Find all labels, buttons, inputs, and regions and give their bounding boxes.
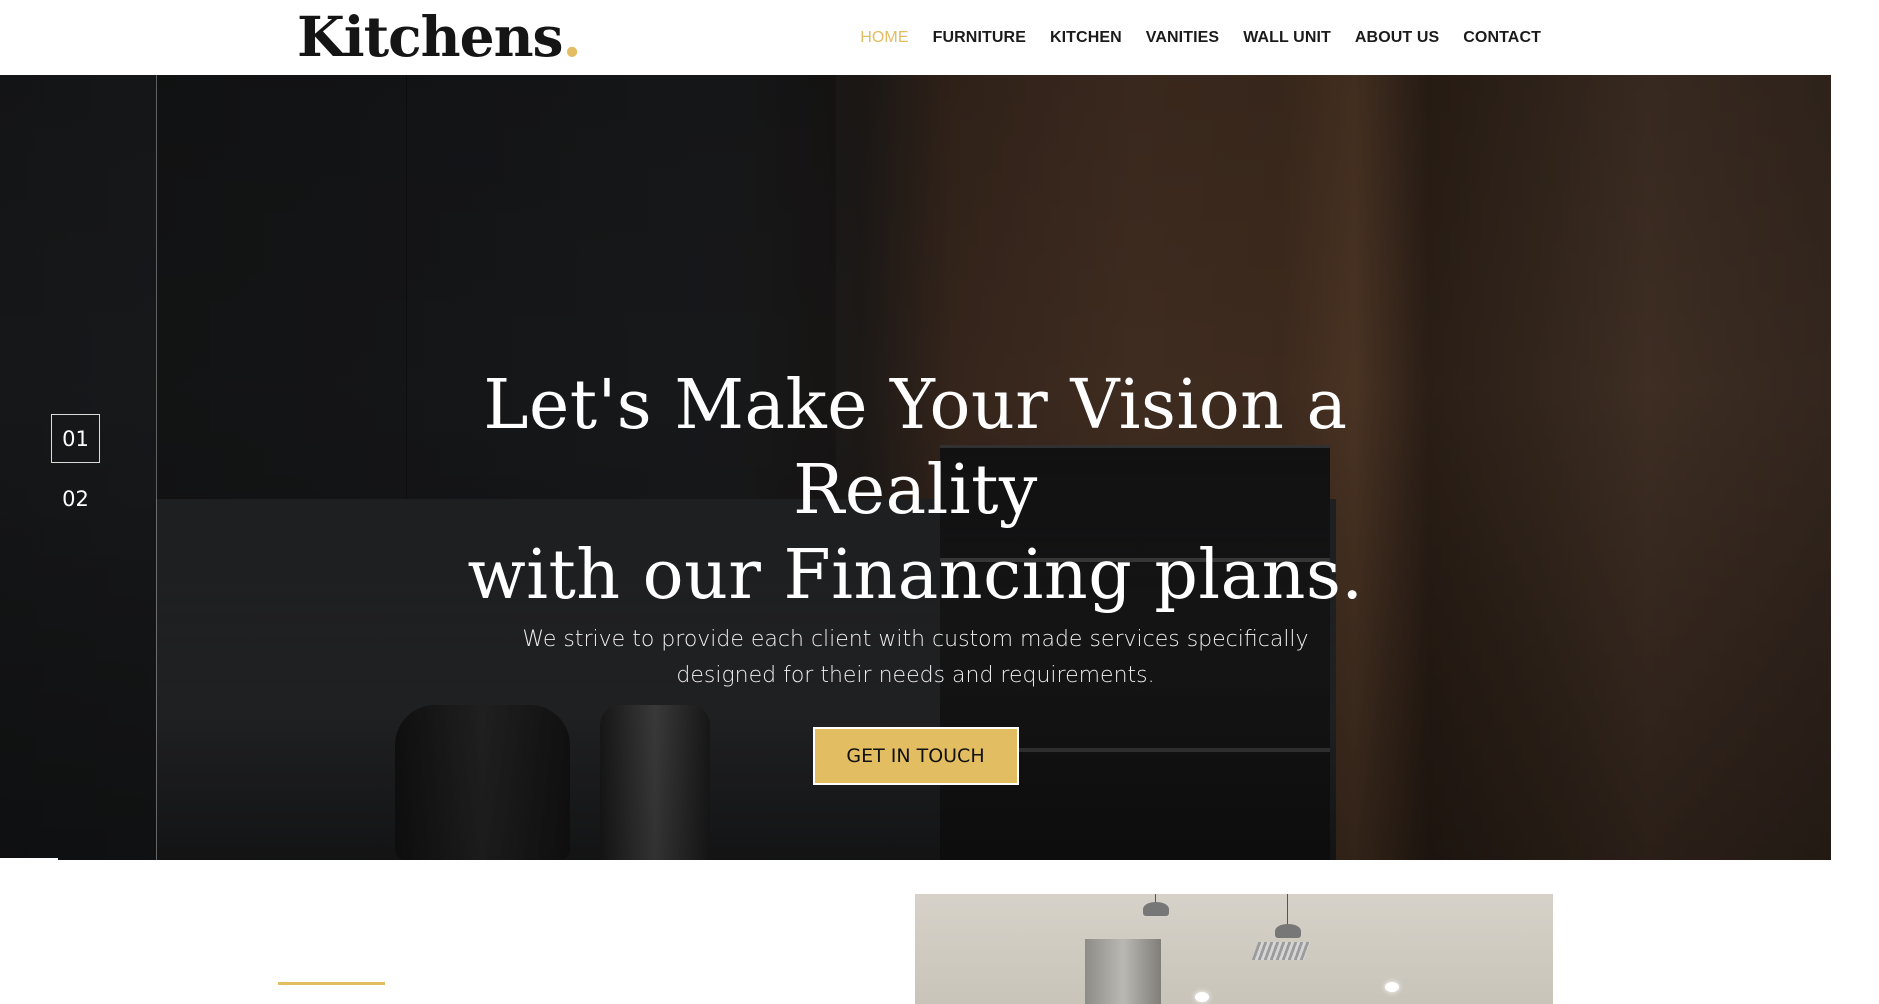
hero-subtitle: We strive to provide each client with cu… xyxy=(506,622,1326,694)
nav-home[interactable]: HOME xyxy=(860,26,908,50)
nav-contact[interactable]: CONTACT xyxy=(1463,26,1541,50)
slider-progress-line xyxy=(0,858,58,860)
site-logo[interactable]: Kitchens. xyxy=(297,4,582,70)
nav-kitchen[interactable]: KITCHEN xyxy=(1050,26,1122,50)
pendant-wire xyxy=(1287,894,1288,926)
logo-text: Kitchens xyxy=(297,4,564,69)
ceiling-vent xyxy=(1251,942,1311,960)
kitchen-photo xyxy=(915,894,1553,1004)
nav-about-us[interactable]: ABOUT US xyxy=(1355,26,1439,50)
range-hood xyxy=(1085,939,1161,1004)
logo-dot: . xyxy=(562,4,582,69)
nav-wall-unit[interactable]: WALL UNIT xyxy=(1243,26,1331,50)
hero-subtitle-line-1: We strive to provide each client with cu… xyxy=(522,627,1309,652)
hero-slider: 01 02 Let's Make Your Vision a Reality w… xyxy=(0,75,1831,860)
nav-vanities[interactable]: VANITIES xyxy=(1146,26,1219,50)
hero-subtitle-line-2: designed for their needs and requirement… xyxy=(676,663,1155,688)
hero-title-line-1: Let's Make Your Vision a Reality xyxy=(483,366,1348,530)
hero-title: Let's Make Your Vision a Reality with ou… xyxy=(366,363,1466,618)
main-nav: HOME FURNITURE KITCHEN VANITIES WALL UNI… xyxy=(860,26,1541,50)
site-header: Kitchens. HOME FURNITURE KITCHEN VANITIE… xyxy=(0,0,1879,75)
hero-title-line-2: with our Financing plans. xyxy=(467,536,1364,615)
ceiling-light xyxy=(1385,982,1399,992)
section-accent-rule xyxy=(278,982,385,985)
hero-content: Let's Make Your Vision a Reality with ou… xyxy=(0,363,1831,785)
pendant-lamp xyxy=(1143,902,1169,916)
ceiling-light xyxy=(1195,992,1209,1002)
nav-furniture[interactable]: FURNITURE xyxy=(933,26,1026,50)
get-in-touch-button[interactable]: GET IN TOUCH xyxy=(812,727,1019,785)
pendant-lamp xyxy=(1275,924,1301,938)
